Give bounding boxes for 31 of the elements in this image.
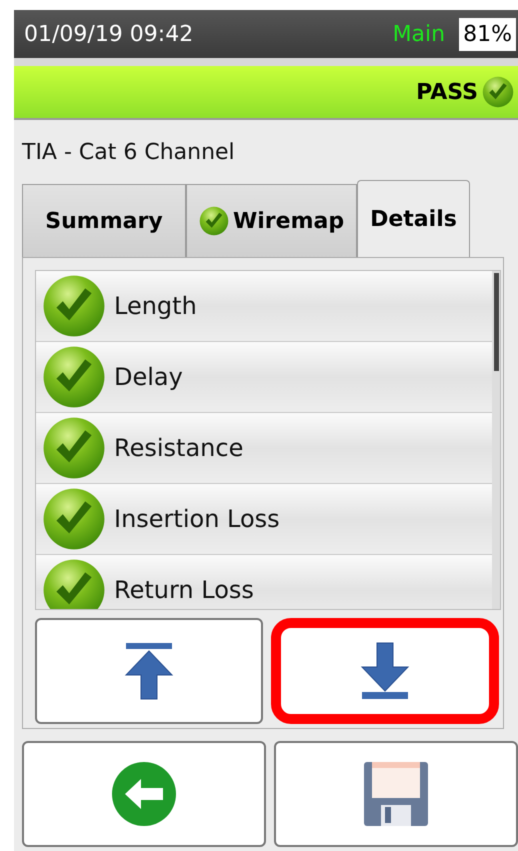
back-button[interactable]	[22, 741, 266, 847]
result-label: Delay	[114, 363, 183, 391]
check-icon	[42, 558, 106, 609]
tab[interactable]: Details	[357, 180, 470, 258]
result-row[interactable]: Delay	[36, 342, 492, 413]
arrow-up-to-line-icon	[124, 641, 174, 701]
result-label: Return Loss	[114, 576, 254, 604]
tab[interactable]: Wiremap	[186, 184, 358, 258]
test-title: TIA - Cat 6 Channel	[22, 140, 236, 167]
arrow-down-to-line-icon	[360, 641, 410, 701]
scroll-button[interactable]	[271, 618, 499, 724]
scroll-button[interactable]	[35, 618, 263, 724]
check-icon	[42, 487, 106, 551]
result-label: PASS	[416, 80, 478, 104]
result-row[interactable]: Resistance	[36, 413, 492, 484]
profile-label: Main	[392, 22, 446, 46]
result-row[interactable]: Length	[36, 271, 492, 342]
result-row[interactable]: Insertion Loss	[36, 484, 492, 555]
check-icon	[199, 206, 229, 236]
check-icon	[482, 76, 514, 108]
result-label: Length	[114, 292, 197, 320]
result-label: Insertion Loss	[114, 505, 280, 533]
date-time: 01/09/19 09:42	[24, 22, 194, 46]
result-row[interactable]: Return Loss	[36, 555, 492, 609]
tab[interactable]: Summary	[22, 184, 186, 258]
check-icon	[42, 274, 106, 338]
battery-level: 81%	[459, 18, 516, 50]
save-button[interactable]	[274, 741, 518, 847]
check-icon	[42, 416, 106, 480]
check-icon	[42, 345, 106, 409]
result-label: Resistance	[114, 434, 244, 462]
